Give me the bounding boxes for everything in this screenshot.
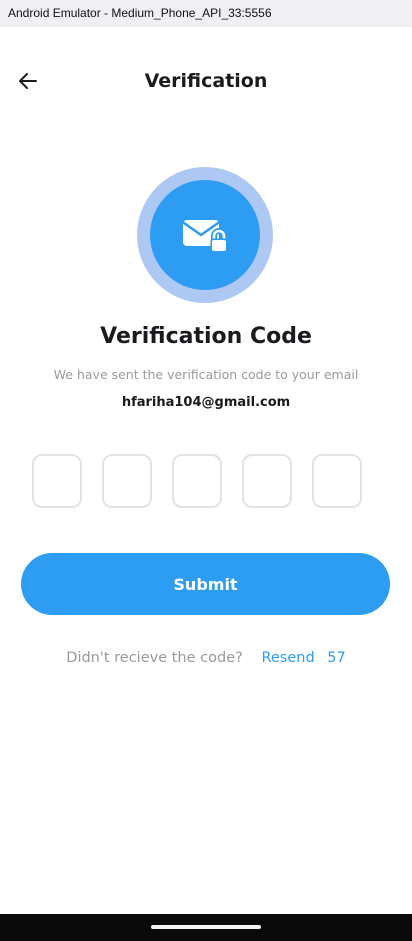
mail-lock-icon (182, 220, 228, 252)
verification-illustration (137, 167, 273, 303)
verification-heading: Verification Code (100, 324, 312, 349)
otp-digit-3[interactable] (172, 454, 222, 508)
verification-subtitle: We have sent the verification code to yo… (53, 367, 359, 382)
otp-digit-4[interactable] (242, 454, 292, 508)
resend-countdown: 57 (327, 650, 346, 666)
otp-digit-2[interactable] (102, 454, 152, 508)
email-address: hfariha104@gmail.com (121, 395, 291, 410)
page-title: Verification (144, 70, 268, 92)
resend-prompt: Didn't recieve the code? (66, 650, 243, 666)
resend-row: Didn't recieve the code? Resend 57 (0, 650, 412, 666)
otp-input-row (32, 454, 362, 508)
home-indicator[interactable] (151, 925, 261, 929)
arrow-left-icon (19, 73, 37, 89)
system-navigation-bar (0, 914, 412, 941)
otp-digit-1[interactable] (32, 454, 82, 508)
otp-digit-5[interactable] (312, 454, 362, 508)
submit-button[interactable]: Submit (21, 553, 390, 615)
verification-screen: Verification Verification Code We have s… (0, 27, 412, 914)
app-header: Verification (0, 63, 412, 99)
emulator-title-bar: Android Emulator - Medium_Phone_API_33:5… (0, 0, 412, 27)
back-button[interactable] (14, 67, 42, 95)
illustration-inner-circle (150, 180, 260, 290)
window-title: Android Emulator - Medium_Phone_API_33:5… (8, 6, 272, 20)
resend-link[interactable]: Resend (261, 650, 314, 666)
